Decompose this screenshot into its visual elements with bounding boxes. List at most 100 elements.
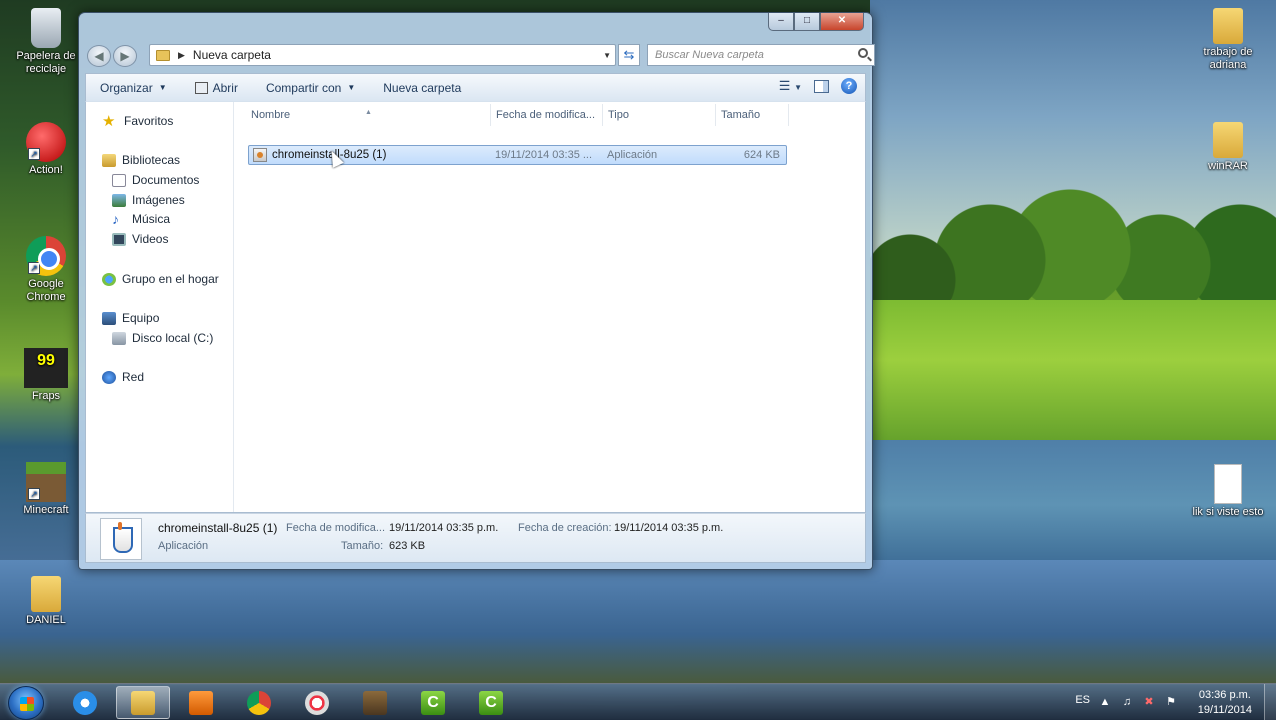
desktop-icon-daniel[interactable]: DANIEL: [8, 576, 84, 627]
column-name[interactable]: Nombre: [251, 109, 290, 121]
clock-time: 03:36 p.m.: [1198, 689, 1251, 701]
forward-button[interactable]: ▶: [113, 45, 137, 67]
folder-icon: [31, 576, 61, 612]
details-created-value: 19/11/2014 03:35 p.m.: [614, 522, 724, 534]
start-button[interactable]: [8, 686, 44, 720]
help-button[interactable]: ?: [841, 78, 857, 94]
column-date[interactable]: Fecha de modifica...: [496, 109, 595, 121]
open-button[interactable]: Abrir: [181, 74, 252, 101]
column-type[interactable]: Tipo: [608, 109, 629, 121]
file-date: 19/11/2014 03:35 ...: [495, 149, 593, 161]
action-center-icon[interactable]: ⚑: [1164, 695, 1178, 709]
details-size-value: 623 KB: [389, 540, 426, 552]
wallpaper-lake: [0, 560, 1276, 685]
nav-label: Documentos: [132, 173, 200, 187]
breadcrumb-current[interactable]: Nueva carpeta: [193, 48, 271, 62]
open-icon: [194, 81, 208, 94]
chrome-icon: [247, 690, 271, 715]
desktop-icon-recycle-bin[interactable]: Papelera de reciclaje: [8, 8, 84, 76]
nav-label: Imágenes: [132, 193, 185, 207]
search-icon[interactable]: [858, 48, 868, 58]
desktop-icon-label: Google Chrome: [26, 278, 66, 303]
nav-label: Videos: [132, 232, 169, 246]
camtasia-recorder-icon: C: [479, 690, 503, 715]
nav-label: Red: [122, 370, 145, 384]
desktop-icon-chrome[interactable]: ↗ Google Chrome: [8, 236, 84, 304]
column-divider[interactable]: [602, 104, 603, 126]
column-headers: ▲ Nombre Fecha de modifica... Tipo Tamañ…: [235, 102, 865, 128]
desktop-icon-lik-si-viste-esto[interactable]: lik si viste esto: [1190, 464, 1266, 519]
column-divider[interactable]: [788, 104, 789, 126]
refresh-icon: ⇆: [623, 47, 635, 62]
desktop-icon-minecraft[interactable]: ↗ Minecraft: [8, 462, 84, 517]
nav-documents[interactable]: Documentos: [112, 173, 199, 187]
breadcrumb-chevron-icon[interactable]: ▶: [178, 50, 185, 61]
show-hidden-icons-icon[interactable]: ▲: [1098, 695, 1112, 709]
refresh-button[interactable]: ⇆: [618, 44, 640, 66]
window-caption-buttons: ‒ □ ✕: [768, 13, 864, 31]
desktop-icon-fraps[interactable]: 99 Fraps: [8, 348, 84, 403]
toolbar-right-group: ☰ ▼ ?: [779, 78, 857, 94]
wallpaper-grass: [870, 300, 1276, 450]
taskbar-paint[interactable]: [290, 686, 344, 719]
music-icon: ♪: [112, 210, 119, 227]
camtasia-icon: C: [421, 690, 445, 715]
nav-label: Equipo: [122, 311, 160, 325]
star-icon: ★: [102, 112, 116, 130]
language-indicator[interactable]: ES: [1075, 694, 1090, 706]
taskbar-chrome[interactable]: [232, 686, 286, 719]
back-button[interactable]: ◀: [87, 45, 111, 67]
clock[interactable]: 03:36 p.m. 19/11/2014: [1198, 688, 1252, 718]
search-box[interactable]: [647, 44, 875, 66]
library-icon: [102, 153, 116, 167]
search-input[interactable]: [655, 49, 845, 61]
disk-icon: [112, 331, 126, 345]
desktop-icon-action[interactable]: ↗ Action!: [8, 122, 84, 177]
nav-label: Grupo en el hogar: [122, 272, 219, 286]
explorer-window[interactable]: ‒ □ ✕ ◀ ▶ ▶ Nueva carpeta ▼ ⇆ Organizar …: [78, 12, 875, 570]
maximize-button[interactable]: □: [794, 13, 820, 31]
change-view-button[interactable]: ☰ ▼: [779, 78, 802, 94]
taskbar-media-player[interactable]: [174, 686, 228, 719]
nav-computer[interactable]: Equipo: [102, 311, 159, 325]
nav-label: Bibliotecas: [122, 153, 181, 167]
taskbar-minecraft[interactable]: [348, 686, 402, 719]
show-desktop-button[interactable]: [1264, 684, 1276, 720]
recycle-bin-icon: [31, 8, 61, 48]
window-body: ★ Favoritos Bibliotecas Documentos Imáge…: [85, 101, 866, 513]
desktop-icon-label: trabajo de adriana: [1203, 46, 1253, 71]
nav-videos[interactable]: Videos: [112, 232, 168, 246]
nav-libraries[interactable]: Bibliotecas: [102, 153, 180, 167]
details-modified-value: 19/11/2014 03:35 p.m.: [389, 522, 499, 534]
desktop-icon-label: lik si viste esto: [1192, 506, 1264, 518]
new-folder-button[interactable]: Nueva carpeta: [369, 74, 475, 101]
desktop-icon-winrar[interactable]: winRAR: [1190, 122, 1266, 173]
nav-local-disk[interactable]: Disco local (C:): [112, 331, 213, 345]
minimize-button[interactable]: ‒: [768, 13, 794, 31]
taskbar-camtasia[interactable]: C: [406, 686, 460, 719]
nav-network[interactable]: Red: [102, 370, 144, 384]
share-with-button[interactable]: Compartir con ▼: [252, 74, 369, 101]
column-divider[interactable]: [715, 104, 716, 126]
close-button[interactable]: ✕: [820, 13, 864, 31]
taskbar-camtasia-recorder[interactable]: C: [464, 686, 518, 719]
column-divider[interactable]: [490, 104, 491, 126]
nav-images[interactable]: Imágenes: [112, 193, 185, 207]
network-error-icon[interactable]: ✖: [1142, 695, 1156, 709]
preview-pane-button[interactable]: [814, 79, 829, 93]
command-bar: Organizar ▼ Abrir Compartir con ▼ Nueva …: [85, 73, 866, 101]
nav-favorites[interactable]: ★ Favoritos: [102, 112, 173, 130]
chrome-icon: ↗: [26, 236, 66, 276]
address-bar[interactable]: ▶ Nueva carpeta ▼: [149, 44, 616, 66]
nav-label: Música: [132, 212, 171, 226]
organize-button[interactable]: Organizar ▼: [86, 74, 181, 101]
nav-homegroup[interactable]: Grupo en el hogar: [102, 272, 219, 286]
taskbar-file-explorer[interactable]: [116, 686, 170, 719]
desktop-icon-trabajo-adriana[interactable]: trabajo de adriana: [1190, 8, 1266, 72]
address-dropdown-icon[interactable]: ▼: [603, 51, 611, 60]
taskbar-internet-explorer[interactable]: [58, 686, 112, 719]
column-size[interactable]: Tamaño: [721, 109, 760, 121]
nav-music[interactable]: ♪ Música: [112, 210, 171, 227]
volume-icon[interactable]: ♫: [1120, 695, 1134, 709]
minecraft-icon: [363, 690, 387, 715]
